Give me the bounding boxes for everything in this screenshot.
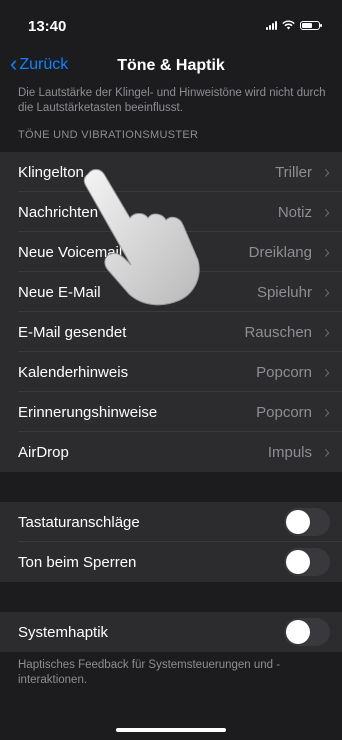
row-label: Erinnerungshinweise (18, 403, 158, 421)
row-label: Tastaturanschläge (18, 513, 140, 531)
row-label: E-Mail gesendet (18, 323, 127, 341)
chevron-right-icon: › (324, 202, 330, 222)
home-indicator[interactable] (116, 728, 226, 732)
volume-note: Die Lautstärke der Klingel- und Hinweist… (18, 87, 326, 114)
page-title: Töne & Haptik (117, 57, 225, 74)
row-value: Popcorn (256, 403, 312, 421)
haptics-footer-note: Haptisches Feedback für Systemsteuerunge… (18, 659, 281, 686)
row-value: Notiz (277, 203, 312, 221)
settings-row-airdrop[interactable]: AirDrop Impuls › (0, 432, 342, 472)
haptics-group: Systemhaptik (0, 612, 342, 652)
keyboard-clicks-toggle[interactable] (284, 508, 330, 536)
battery-icon (300, 20, 322, 30)
settings-row-email-gesendet[interactable]: E-Mail gesendet Rauschen › (0, 312, 342, 352)
toggle-knob (286, 510, 310, 534)
feedback-group: Tastaturanschläge Ton beim Sperren (0, 502, 342, 582)
chevron-right-icon: › (324, 362, 330, 382)
row-value: Spieluhr (256, 283, 312, 301)
chevron-right-icon: › (324, 282, 330, 302)
wifi-icon (282, 20, 295, 30)
row-value: Rauschen (244, 323, 312, 341)
row-label: Kalenderhinweis (18, 363, 129, 381)
chevron-right-icon: › (324, 242, 330, 262)
toggle-knob (286, 620, 310, 644)
settings-row-tastaturanschlaege: Tastaturanschläge (0, 502, 342, 542)
chevron-right-icon: › (324, 162, 330, 182)
settings-row-systemhaptik: Systemhaptik (0, 612, 342, 652)
status-bar: 13:40 (0, 0, 342, 46)
pointing-hand-icon (83, 169, 200, 306)
status-time: 13:40 (28, 18, 67, 35)
lock-sound-toggle[interactable] (284, 548, 330, 576)
settings-row-kalenderhinweis[interactable]: Kalenderhinweis Popcorn › (0, 352, 342, 392)
settings-row-erinnerungshinweise[interactable]: Erinnerungshinweise Popcorn › (0, 392, 342, 432)
system-haptics-toggle[interactable] (284, 618, 330, 646)
row-value: Dreiklang (248, 243, 312, 261)
chevron-right-icon: › (324, 322, 330, 342)
navigation-bar: ‹ Zurück Töne & Haptik (0, 46, 342, 87)
status-icons (266, 20, 322, 30)
row-value: Triller (275, 163, 312, 181)
row-value: Popcorn (256, 363, 312, 381)
section-header-sounds: TÖNE UND VIBRATIONSMUSTER (18, 129, 199, 141)
chevron-right-icon: › (324, 402, 330, 422)
row-value: Impuls (267, 443, 312, 461)
row-label: AirDrop (18, 443, 69, 461)
phone-screen: 13:40 ‹ Zurück Töne & Haptik Die Lautstä… (0, 0, 342, 740)
battery-fill (302, 22, 312, 28)
chevron-right-icon: › (324, 442, 330, 462)
row-label: Systemhaptik (18, 623, 109, 641)
settings-row-ton-beim-sperren: Ton beim Sperren (0, 542, 342, 582)
row-label: Ton beim Sperren (18, 553, 137, 571)
cellular-signal-icon (266, 20, 277, 30)
toggle-knob (286, 550, 310, 574)
